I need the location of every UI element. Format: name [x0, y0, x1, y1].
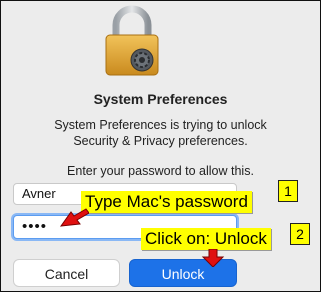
step-1-badge: 1 — [278, 180, 298, 202]
message-line-2: Security & Privacy preferences. — [73, 134, 248, 148]
message-line-1: System Preferences is trying to unlock — [54, 118, 267, 132]
cancel-button[interactable]: Cancel — [13, 259, 120, 287]
dialog-title: System Preferences — [93, 91, 228, 107]
username-value: Avner — [22, 186, 56, 201]
dialog-message: System Preferences is trying to unlock S… — [1, 117, 320, 149]
arrow-down-icon — [201, 249, 225, 267]
password-prompt: Enter your password to allow this. — [67, 164, 254, 178]
password-value: •••• — [22, 218, 48, 235]
annotation-step-1: Type Mac's password — [81, 191, 252, 213]
arrow-left-icon — [59, 208, 89, 227]
annotation-step-2: Click on: Unlock — [141, 228, 271, 250]
step-2-badge: 2 — [290, 223, 310, 245]
unlock-dialog: System Preferences System Preferences is… — [0, 0, 321, 292]
padlock-icon — [105, 5, 159, 76]
